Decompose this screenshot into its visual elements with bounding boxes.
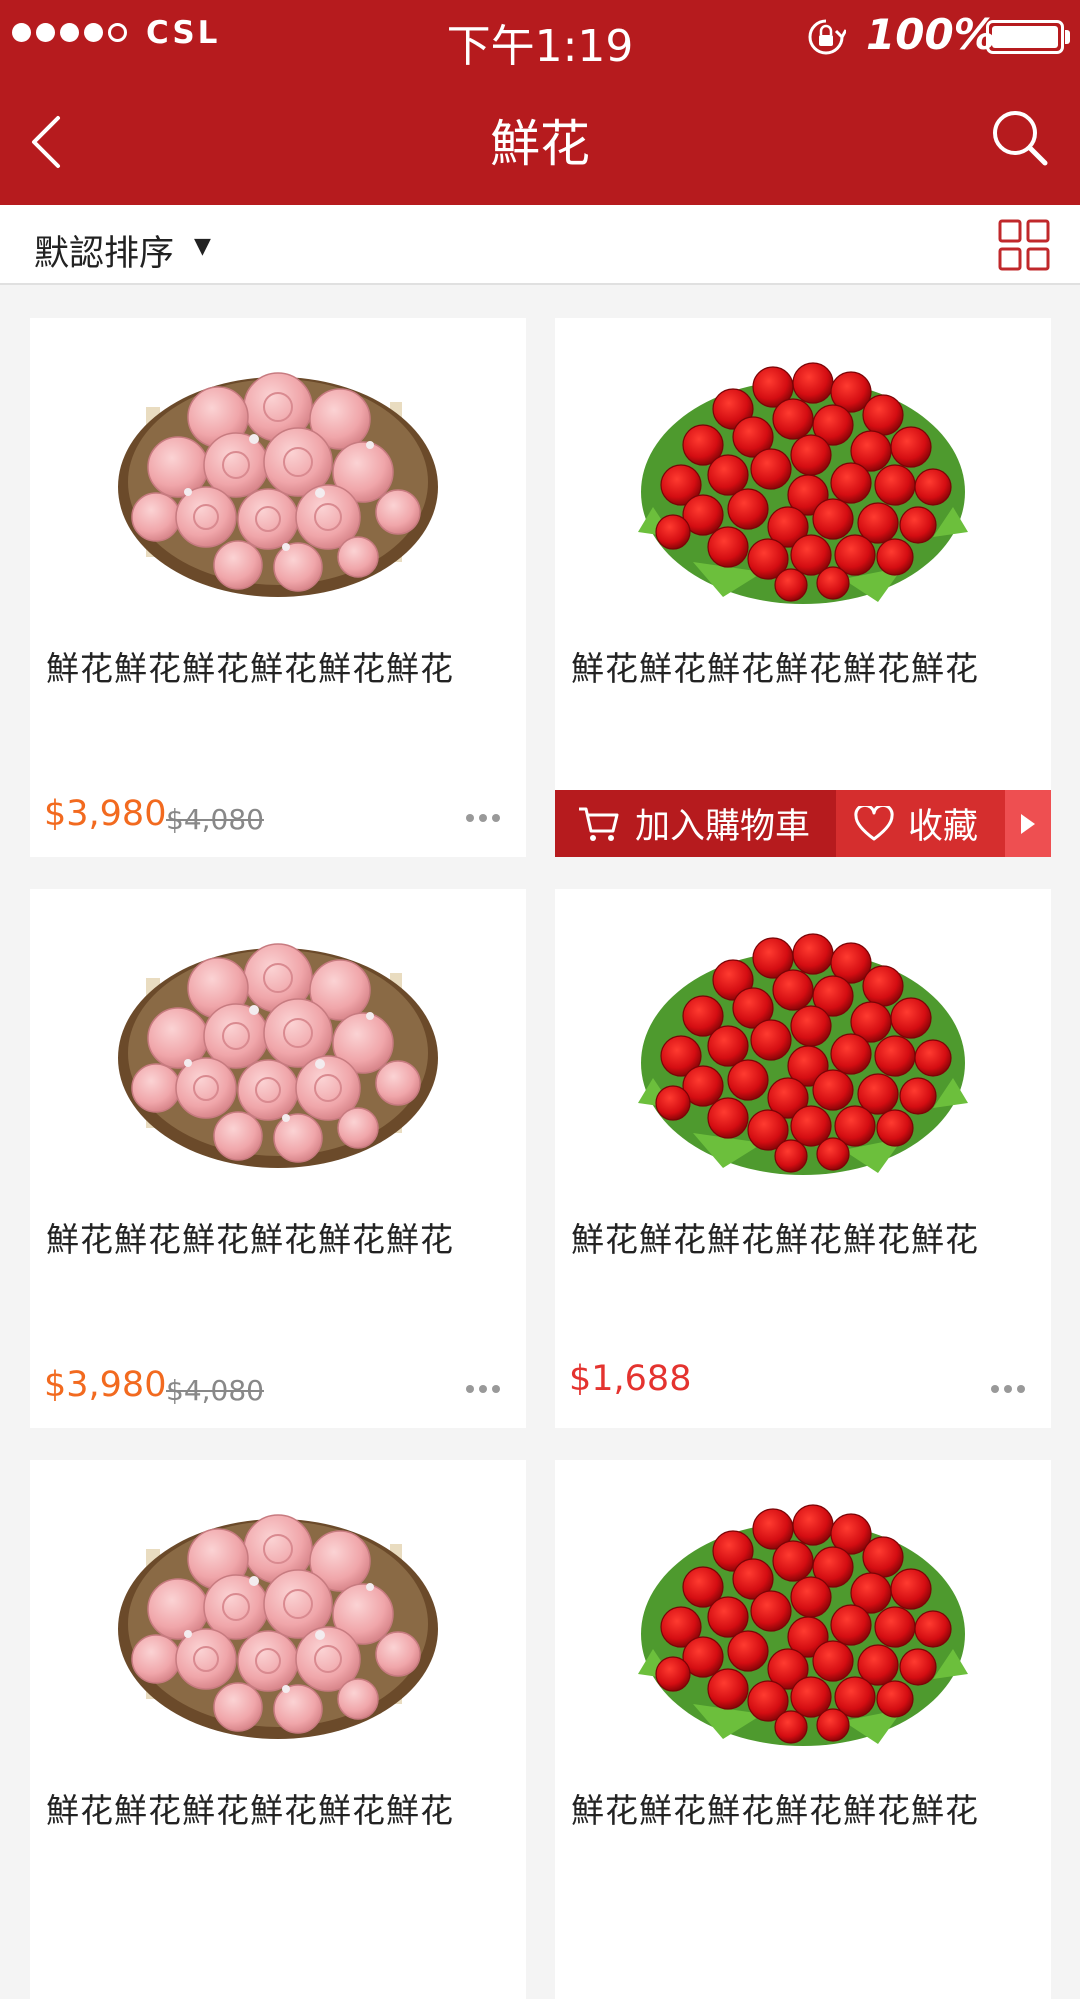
- battery-percentage: 100%: [866, 10, 996, 59]
- product-image[interactable]: [555, 318, 1051, 636]
- product-image[interactable]: [30, 318, 526, 636]
- more-options-icon[interactable]: [466, 814, 500, 822]
- product-card[interactable]: 鮮花鮮花鮮花鮮花鮮花鮮花 加入購物車 收藏: [555, 318, 1051, 857]
- product-card[interactable]: 鮮花鮮花鮮花鮮花鮮花鮮花 $3,980 $4,080: [30, 318, 526, 857]
- original-price: $4,080: [166, 803, 264, 836]
- product-title[interactable]: 鮮花鮮花鮮花鮮花鮮花鮮花: [46, 1784, 454, 1832]
- page-title: 鮮花: [490, 115, 590, 173]
- original-price: $4,080: [166, 1374, 264, 1407]
- add-to-cart-button[interactable]: 加入購物車: [555, 790, 836, 857]
- product-price: $1,688: [569, 1359, 692, 1399]
- rotation-lock-icon: [808, 19, 846, 55]
- product-price: $3,980: [44, 1365, 167, 1405]
- product-card[interactable]: 鮮花鮮花鮮花鮮花鮮花鮮花 $3,980 $4,080: [30, 889, 526, 1428]
- more-options-icon[interactable]: [991, 1385, 1025, 1393]
- product-image[interactable]: [555, 889, 1051, 1207]
- add-to-cart-label: 加入購物車: [635, 807, 811, 847]
- product-title[interactable]: 鮮花鮮花鮮花鮮花鮮花鮮花: [571, 1784, 979, 1832]
- product-title[interactable]: 鮮花鮮花鮮花鮮花鮮花鮮花: [46, 1213, 454, 1261]
- product-grid: 鮮花鮮花鮮花鮮花鮮花鮮花 $3,980 $4,080 鮮花鮮花鮮花鮮花鮮花鮮花 …: [30, 318, 1051, 1999]
- product-action-bar: 加入購物車 收藏: [555, 790, 1051, 857]
- battery-icon: [986, 20, 1064, 54]
- status-bar: CSL 下午1:19 100%: [0, 0, 1080, 72]
- product-card[interactable]: 鮮花鮮花鮮花鮮花鮮花鮮花 $1,688: [555, 889, 1051, 1428]
- grid-view-icon[interactable]: [998, 219, 1050, 271]
- product-image[interactable]: [555, 1460, 1051, 1778]
- product-image[interactable]: [30, 1460, 526, 1778]
- dropdown-arrow-icon[interactable]: ▼: [194, 234, 211, 259]
- cart-icon: [579, 807, 619, 841]
- navigation-bar: 鮮花: [0, 70, 1080, 205]
- sort-dropdown[interactable]: 默認排序: [34, 225, 174, 276]
- product-title[interactable]: 鮮花鮮花鮮花鮮花鮮花鮮花: [571, 1213, 979, 1261]
- product-title[interactable]: 鮮花鮮花鮮花鮮花鮮花鮮花: [571, 642, 979, 690]
- app-header: CSL 下午1:19 100% 鮮花: [0, 0, 1080, 205]
- battery-tip-icon: [1065, 30, 1070, 44]
- product-image[interactable]: [30, 889, 526, 1207]
- product-title[interactable]: 鮮花鮮花鮮花鮮花鮮花鮮花: [46, 642, 454, 690]
- product-card[interactable]: 鮮花鮮花鮮花鮮花鮮花鮮花: [555, 1460, 1051, 1999]
- more-options-icon[interactable]: [466, 1385, 500, 1393]
- play-arrow-icon: [1021, 813, 1035, 834]
- product-card[interactable]: 鮮花鮮花鮮花鮮花鮮花鮮花: [30, 1460, 526, 1999]
- product-price: $3,980: [44, 794, 167, 834]
- heart-icon: [854, 805, 894, 840]
- collapse-actions-button[interactable]: [1005, 790, 1051, 857]
- sort-bar: 默認排序 ▼: [0, 205, 1080, 285]
- search-icon[interactable]: [985, 103, 1055, 173]
- favorite-label: 收藏: [908, 807, 979, 847]
- favorite-button[interactable]: 收藏: [836, 790, 1005, 857]
